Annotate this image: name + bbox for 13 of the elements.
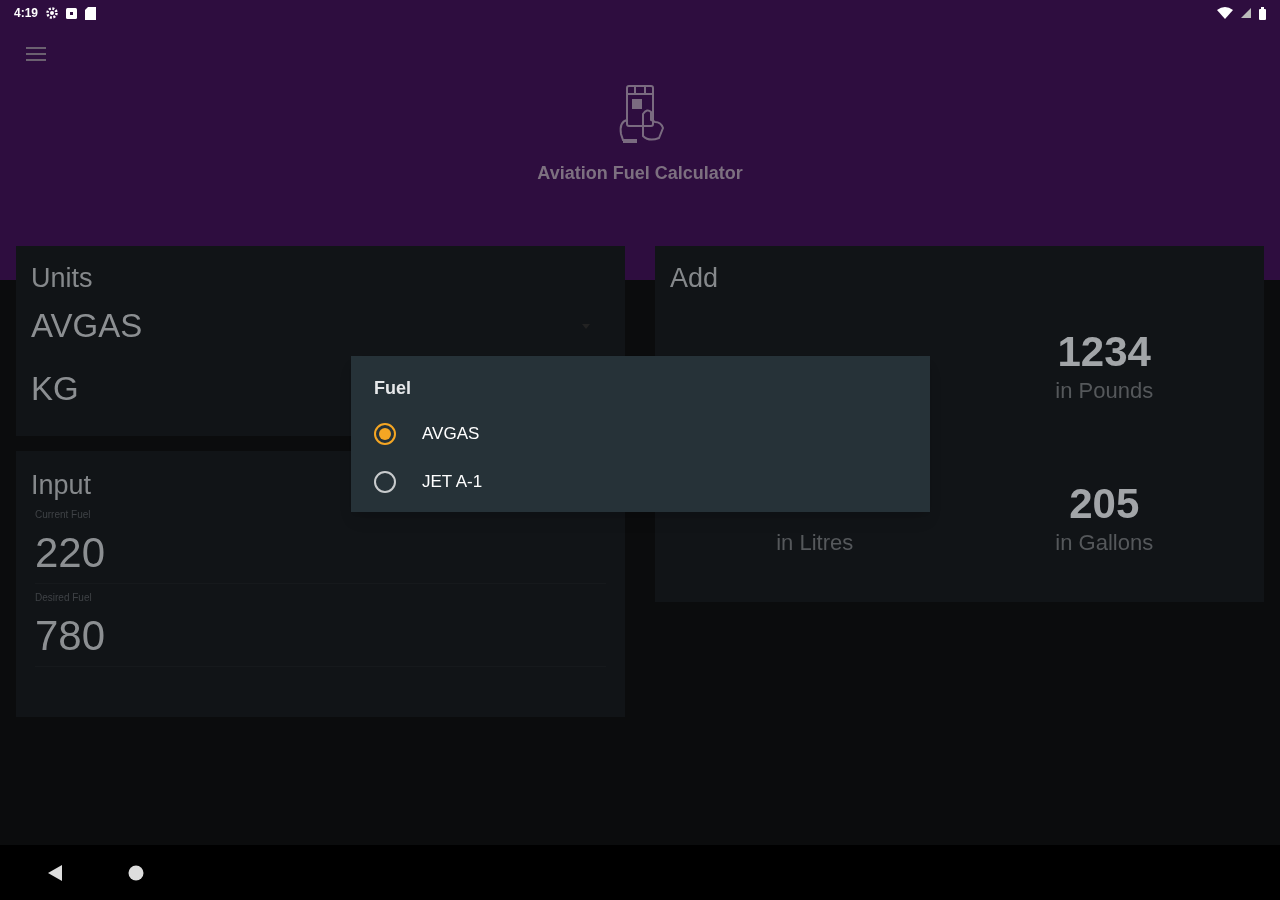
result-caption: in Litres: [776, 529, 854, 557]
status-time: 4:19: [14, 5, 39, 22]
app-title: Aviation Fuel Calculator: [537, 162, 743, 185]
result-caption: in Gallons: [1055, 529, 1154, 557]
result-value: 205: [1069, 480, 1140, 528]
option-label: JET A-1: [422, 471, 483, 494]
dialog-title: Fuel: [374, 377, 412, 400]
result-value: 1234: [1057, 328, 1151, 376]
result-caption: in Pounds: [1055, 377, 1154, 405]
card-title: Input: [31, 469, 92, 501]
card-title: Add: [669, 262, 718, 294]
option-label: AVGAS: [422, 423, 480, 446]
card-title: Units: [31, 262, 93, 294]
